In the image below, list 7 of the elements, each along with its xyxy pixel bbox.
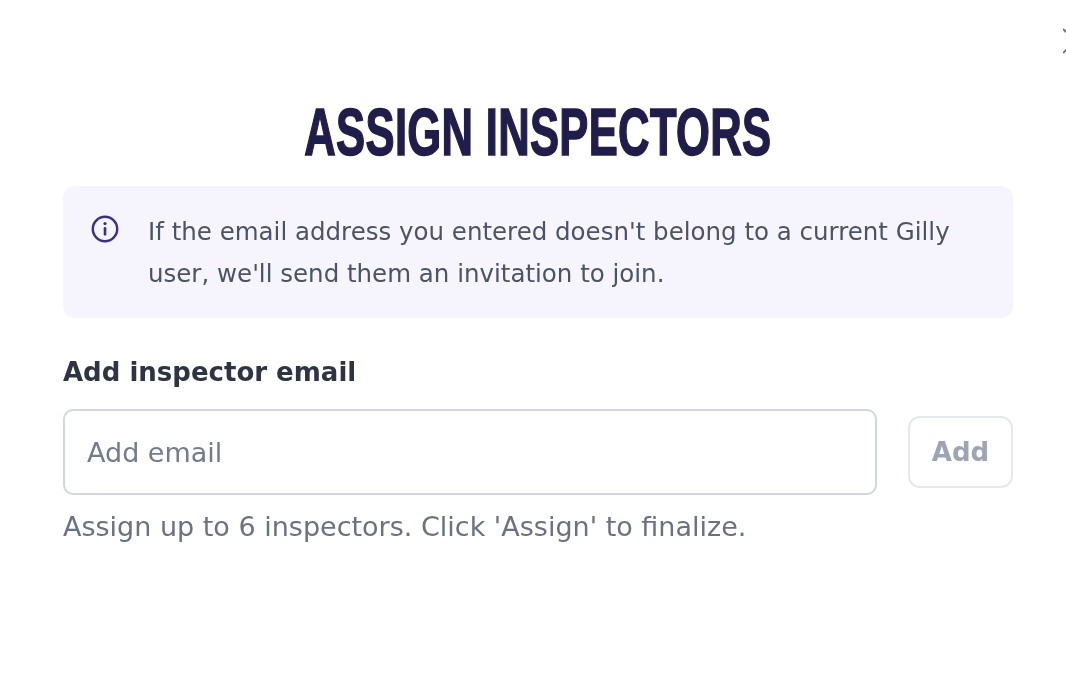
email-input[interactable]: Add email xyxy=(63,409,877,495)
notice-text: If the email address you entered doesn't belong to a current Gilly user, we'll send them an invitation to join. xyxy=(148,216,951,290)
field-label: Add inspector email xyxy=(63,356,357,389)
info-icon xyxy=(91,215,119,243)
close-icon[interactable] xyxy=(1063,28,1066,54)
hint-text: Assign up to 6 inspectors. Click 'Assign' to finalize. xyxy=(63,510,748,544)
dialog-title: ASSIGN INSPECTORS xyxy=(304,100,772,164)
